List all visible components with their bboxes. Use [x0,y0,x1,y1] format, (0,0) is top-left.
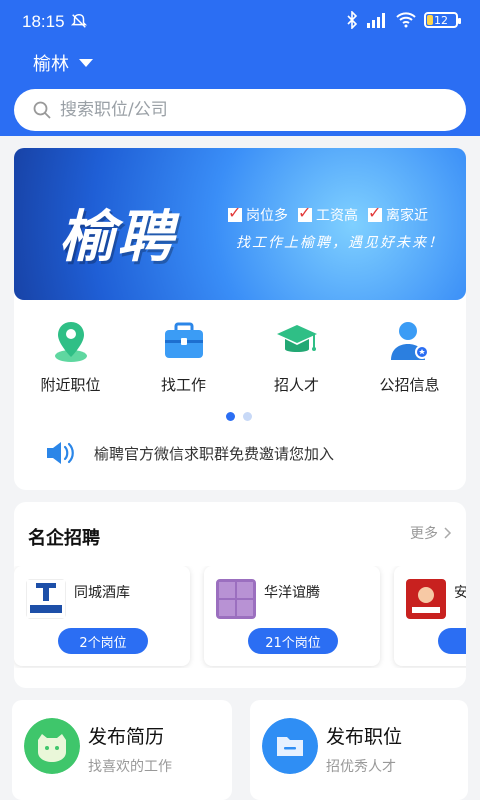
graduation-cap-icon [276,325,317,352]
bluetooth-icon [347,11,358,29]
banner-logo: 榆聘 [59,205,175,270]
mute-bell-icon [70,13,88,28]
chevron-down-icon [79,59,93,67]
company-logo [406,579,446,619]
banner-tag: 工资高 [298,203,358,225]
company-jobs-button[interactable]: 2个岗位 [58,628,148,654]
folder-icon [262,718,318,774]
banner-slogan: 找工作上榆聘，遇见好未来！ [236,235,444,251]
resume-icon [24,718,80,774]
post-resume-card[interactable]: 发布简历 找喜欢的工作 [12,700,232,800]
post-job-card[interactable]: 发布职位 招优秀人才 [250,700,468,800]
company-card[interactable]: 安 1 [394,566,466,666]
company-jobs-button[interactable]: 1 [438,628,466,654]
signal-icon [367,13,385,28]
carousel-dot[interactable] [243,412,252,421]
quick-action-label: 找工作 [160,376,206,394]
search-bar[interactable] [14,89,466,131]
promo-banner[interactable]: 榆聘 岗位多 工资高 离家近 找工作上榆聘，遇见好未来！ [14,148,466,300]
company-name: 安 [454,585,466,601]
banner-tags: 岗位多 工资高 离家近 [228,203,428,225]
company-name: 同城酒库 [74,585,130,601]
company-logo [216,579,256,619]
quick-action-label: 招人才 [273,376,319,394]
post-resume-subtitle: 找喜欢的工作 [88,759,172,775]
more-label: 更多 [410,526,438,542]
post-job-subtitle: 招优秀人才 [326,759,396,775]
quick-action-label: 附近职位 [40,376,101,394]
user-badge-icon [390,322,429,360]
quick-action-find-job[interactable]: 找工作 [127,318,240,398]
search-input[interactable] [60,100,440,120]
section-title: 名企招聘 [28,528,100,549]
battery-icon: 12 [424,12,461,28]
status-bar: 18:15 12 [0,0,480,42]
speaker-icon [47,442,74,464]
company-list: 同城酒库 2个岗位 华洋谊腾 21个岗位 安 1 [14,566,466,668]
search-icon [33,101,51,119]
banner-tag: 岗位多 [228,203,288,225]
briefcase-icon [164,322,203,358]
battery-level: 12 [434,13,448,27]
city-label: 榆林 [33,54,69,75]
chevron-right-icon [444,527,452,539]
banner-tag-label: 岗位多 [246,208,288,224]
post-resume-title: 发布简历 [88,726,165,748]
quick-action-public-recruitment[interactable]: 公招信息 [353,318,466,398]
carousel-dots [226,412,252,421]
banner-tag-label: 工资高 [316,208,358,224]
checkbox-icon [228,203,242,222]
post-job-title: 发布职位 [326,726,403,748]
quick-action-nearby-jobs[interactable]: 附近职位 [14,318,127,398]
checkbox-icon [298,203,312,222]
checkbox-icon [368,203,382,222]
banner-tag-label: 离家近 [386,208,428,224]
quick-action-recruit[interactable]: 招人才 [240,318,353,398]
company-logo [26,579,66,619]
banner-tag: 离家近 [368,203,428,225]
location-pin-icon [54,322,87,362]
company-card[interactable]: 同城酒库 2个岗位 [14,566,190,666]
status-time: 18:15 [22,12,65,31]
quick-action-label: 公招信息 [379,376,440,394]
carousel-dot-active[interactable] [226,412,235,421]
top-header: 18:15 12 榆林 [0,0,480,136]
company-name: 华洋谊腾 [264,585,320,601]
notice-bar[interactable]: 榆聘官方微信求职群免费邀请您加入 [44,437,334,469]
wifi-icon [396,12,416,28]
company-jobs-button[interactable]: 21个岗位 [248,628,338,654]
more-link[interactable]: 更多 [410,523,452,543]
city-selector[interactable]: 榆林 [33,50,93,76]
company-card[interactable]: 华洋谊腾 21个岗位 [204,566,380,666]
quick-actions: 附近职位 找工作 招人才 公招信息 [14,318,466,398]
notice-text: 榆聘官方微信求职群免费邀请您加入 [94,444,335,463]
